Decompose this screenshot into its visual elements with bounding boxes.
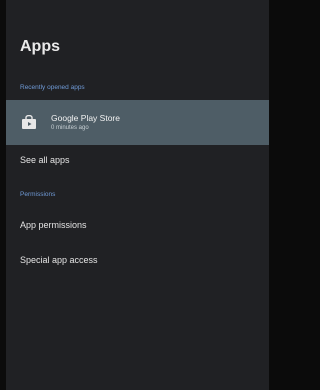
settings-panel: Apps Recently opened apps Google Play St… (6, 0, 269, 390)
special-app-access-label: Special app access (20, 255, 98, 265)
app-permissions-item[interactable]: App permissions (6, 220, 269, 238)
app-permissions-label: App permissions (20, 220, 87, 230)
shopping-bag-icon (22, 115, 36, 129)
section-header-recent: Recently opened apps (20, 84, 85, 91)
see-all-apps-label: See all apps (20, 155, 70, 165)
page-title: Apps (20, 38, 60, 55)
app-name: Google Play Store (51, 113, 120, 123)
app-last-opened: 0 minutes ago (51, 125, 89, 131)
see-all-apps-item[interactable]: See all apps (6, 155, 269, 173)
section-header-permissions: Permissions (20, 191, 56, 198)
recent-app-play-store[interactable]: Google Play Store 0 minutes ago (6, 100, 269, 145)
special-app-access-item[interactable]: Special app access (6, 255, 269, 273)
